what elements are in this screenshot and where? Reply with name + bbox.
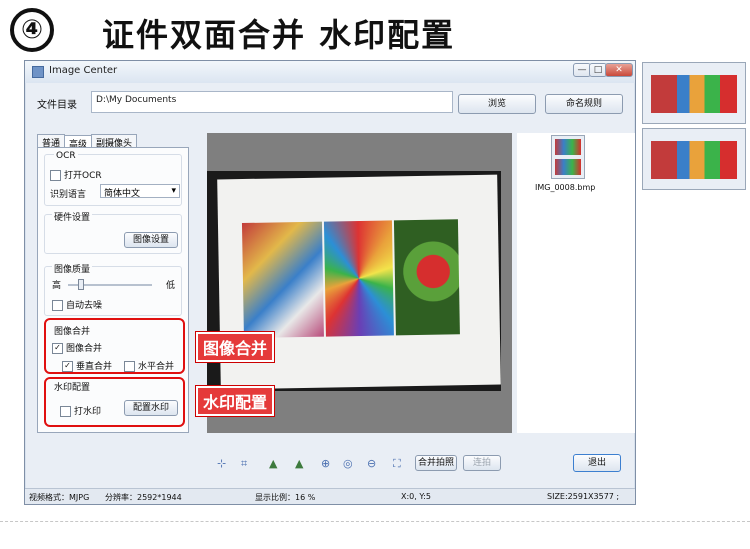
strawberry-photo <box>393 219 460 336</box>
quality-high-label: 高 <box>52 281 62 291</box>
thumbnail-image-top <box>555 139 581 155</box>
watermark-callout: 水印配置 <box>196 386 275 416</box>
quality-title: 图像质量 <box>52 262 93 275</box>
hardware-title: 硬件设置 <box>52 210 93 223</box>
status-bar: 视频格式：MJPG 分辨率：2592*1944 显示比例：16 % X:0, Y… <box>25 488 635 504</box>
window-title: Image Center <box>49 65 118 76</box>
watermark-highlight-box <box>44 377 185 427</box>
app-icon <box>32 66 44 78</box>
flip-icon[interactable]: ▲ <box>295 457 303 470</box>
crop-icon[interactable]: ⊹ <box>217 457 226 470</box>
rotate-left-icon[interactable]: ⌗ <box>241 457 247 471</box>
naming-rule-button[interactable]: 命名规则 <box>545 94 623 114</box>
step-number-badge: ④ <box>10 8 54 52</box>
side-thumbnail-image <box>651 75 737 113</box>
chevron-down-icon: ▾ <box>171 186 176 196</box>
status-scale: 显示比例：16 % <box>255 493 316 502</box>
color-fan-photo <box>323 220 394 337</box>
app-window: Image Center — □ ✕ 文件目录 D:\My Documents … <box>24 60 636 505</box>
colored-pencils-photo <box>241 221 324 339</box>
side-thumbnails <box>640 60 750 200</box>
merge-capture-button[interactable]: 合并拍照 <box>415 455 457 471</box>
file-dir-label: 文件目录 <box>37 100 77 111</box>
side-thumbnail[interactable] <box>642 62 746 124</box>
checkbox-unchecked-icon <box>52 300 63 311</box>
status-format: 视频格式：MJPG <box>29 493 90 502</box>
denoise-checkbox[interactable]: 自动去噪 <box>52 298 102 311</box>
status-size: SIZE:2591X3577 ; <box>547 492 620 501</box>
rotate-right-icon[interactable]: ▲ <box>269 457 277 470</box>
image-settings-button[interactable]: 图像设置 <box>124 232 178 248</box>
quality-slider-handle[interactable] <box>78 279 84 290</box>
checkbox-unchecked-icon <box>50 170 61 181</box>
zoom-in-icon[interactable]: ⊕ <box>321 457 330 470</box>
file-dir-field[interactable]: D:\My Documents <box>91 91 453 113</box>
thumbnail-panel: IMG_0008.bmp <box>517 133 635 433</box>
ocr-title: OCR <box>54 151 78 161</box>
ocr-language-label: 识别语言 <box>50 190 87 200</box>
exit-button[interactable]: 退出 <box>573 454 621 472</box>
side-thumbnail[interactable] <box>642 128 746 190</box>
quality-low-label: 低 <box>166 281 176 291</box>
browse-button[interactable]: 浏览 <box>458 94 536 114</box>
side-thumbnail-image <box>651 141 737 179</box>
divider <box>0 521 750 522</box>
ocr-enable-checkbox[interactable]: 打开OCR <box>50 168 102 181</box>
thumbnail-filename: IMG_0008.bmp <box>535 183 596 192</box>
thumbnail-image-bottom <box>555 159 581 175</box>
status-coords: X:0, Y:5 <box>401 492 431 501</box>
zoom-fit-icon[interactable]: ◎ <box>343 457 353 470</box>
merge-highlight-box <box>44 318 185 374</box>
close-button[interactable]: ✕ <box>605 63 633 77</box>
ocr-language-select[interactable]: 简体中文 ▾ <box>100 184 180 199</box>
status-resolution: 分辨率：2592*1944 <box>105 493 182 502</box>
title-bar: Image Center — □ ✕ <box>25 61 635 83</box>
fullscreen-icon[interactable]: ⛶ <box>393 457 401 471</box>
thumbnail-item[interactable] <box>551 135 585 179</box>
zoom-out-icon[interactable]: ⊖ <box>367 457 376 470</box>
merge-callout: 图像合并 <box>196 332 275 362</box>
continuous-capture-button[interactable]: 连拍 <box>463 455 501 471</box>
banner-title: 证件双面合并 水印配置 <box>102 16 456 54</box>
